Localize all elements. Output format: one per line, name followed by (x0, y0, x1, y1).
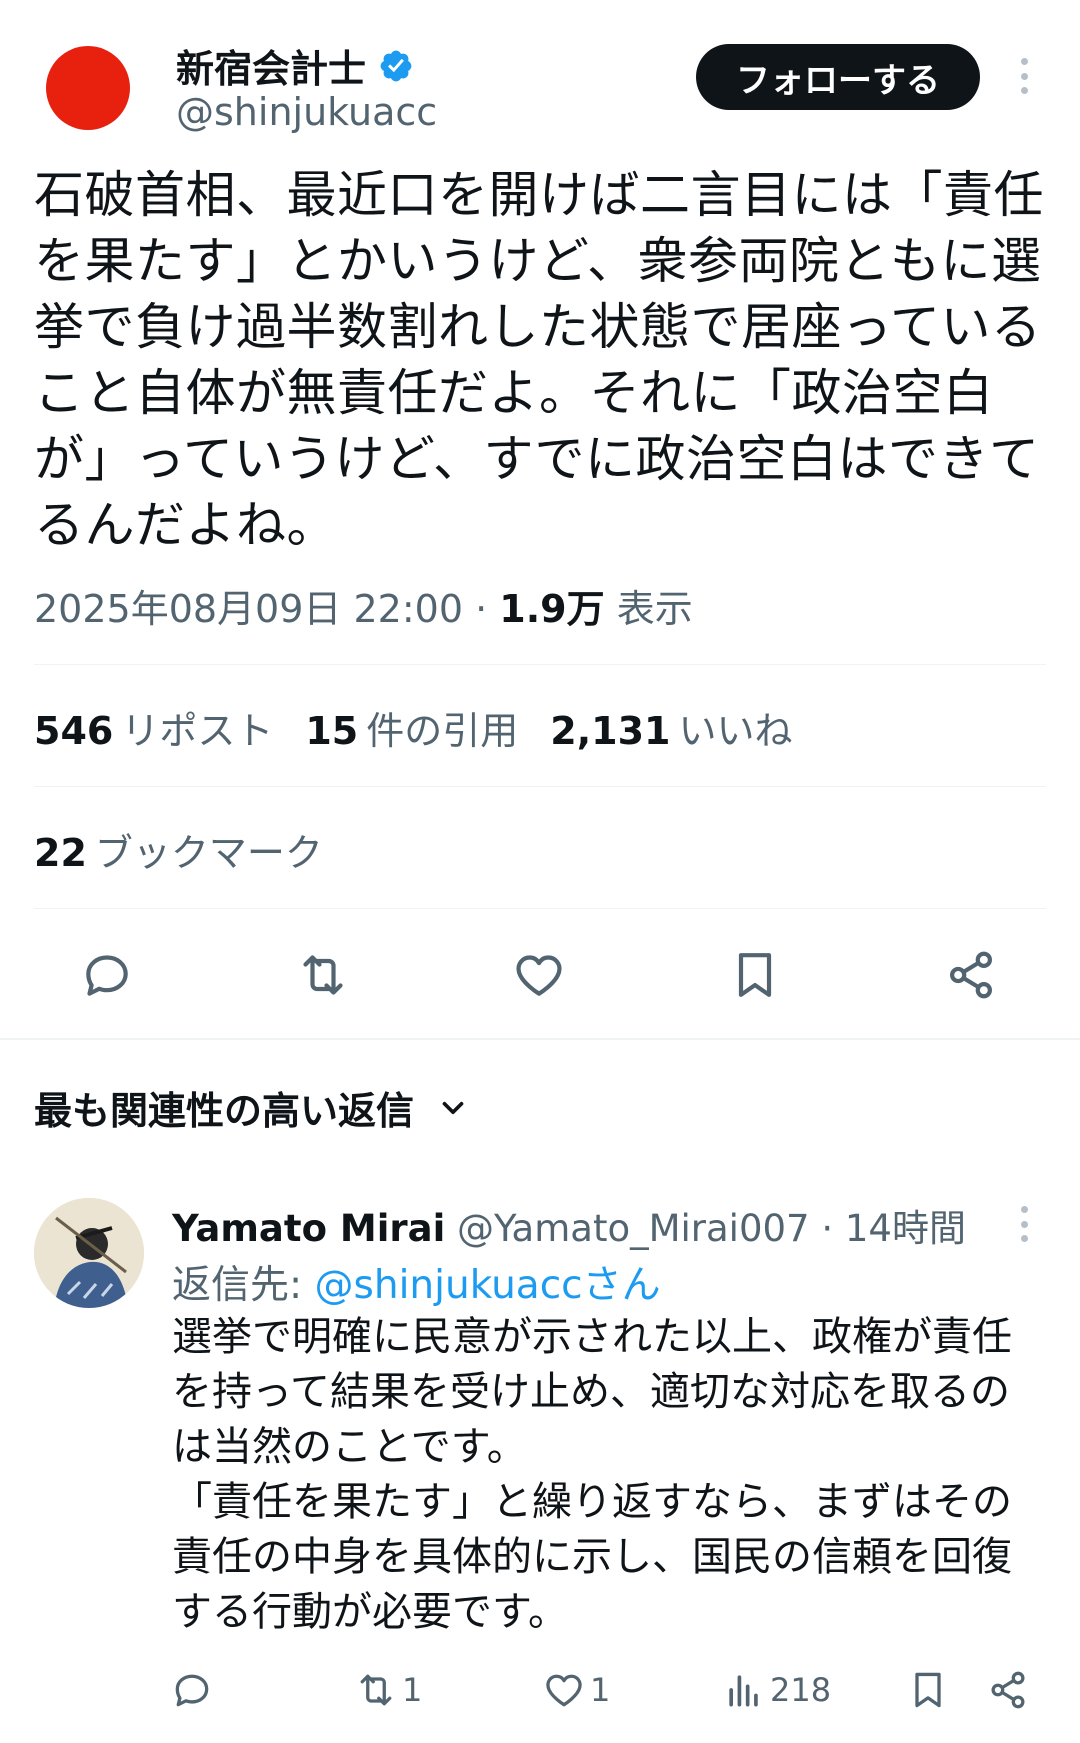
share-icon (991, 1671, 1025, 1709)
repost-icon[interactable] (288, 940, 358, 1010)
author-display-name[interactable]: 新宿会計士 (176, 38, 366, 93)
engagement-stats: 546 リポスト 15 件の引用 2,131 いいね (34, 700, 792, 755)
quotes-count: 15 (305, 709, 359, 753)
tweet-text: 石破首相、最近口を開けば二言目には「責任 を果たす」とかいうけど、衆参両院ともに… (34, 162, 1044, 558)
reply-avatar[interactable] (34, 1198, 144, 1308)
views-label: 表示 (616, 587, 693, 631)
reply-to-mention[interactable]: @shinjukuaccさん (315, 1263, 661, 1308)
bookmarks-count: 22 (34, 831, 87, 875)
reply-views-count: 218 (770, 1671, 832, 1709)
views-count: 1.9万 (499, 587, 605, 631)
reply-header: Yamato Mirai @Yamato_Mirai007 · 14時間 (172, 1198, 966, 1252)
likes-count: 2,131 (550, 709, 671, 753)
tweet-text-line: こと自体が無責任だよ。それに「政治空白 (34, 364, 994, 422)
verified-badge-icon (380, 50, 412, 81)
reply-text: 選挙で明確に民意が示された以上、政権が責任 を持って結果を受け止め、適切な対応を… (172, 1310, 1042, 1640)
tweet-text-line: るんだよね。 (34, 496, 337, 554)
reply-repost-count: 1 (402, 1671, 423, 1709)
reply-like-count: 1 (590, 1671, 611, 1709)
quotes-label: 件の引用 (366, 709, 519, 753)
reply-time[interactable]: 14時間 (845, 1207, 966, 1250)
reply-text-line: 責任の中身を具体的に示し、国民の信頼を回復 (172, 1534, 1012, 1580)
reply-icon[interactable] (72, 940, 142, 1010)
tweet-action-bar (0, 940, 1080, 1010)
repost-icon (360, 1674, 392, 1706)
divider (34, 908, 1046, 909)
like-icon[interactable] (504, 940, 574, 1010)
reply-like-button[interactable]: 1 (542, 1660, 610, 1720)
more-options-icon[interactable] (1010, 56, 1038, 96)
reply-text-line: 選挙で明確に民意が示された以上、政権が責任 (172, 1314, 1012, 1360)
author-name-row: 新宿会計士 (176, 38, 414, 93)
reply-more-options-icon[interactable] (1012, 1204, 1036, 1244)
bookmark-icon (915, 1672, 941, 1708)
reposts-label: リポスト (121, 709, 274, 753)
reply-repost-button[interactable]: 1 (354, 1660, 422, 1720)
author-handle[interactable]: @shinjukuacc (176, 90, 437, 134)
reposts-stat[interactable]: 546 リポスト (34, 700, 273, 755)
replies-sort-label: 最も関連性の高い返信 (34, 1089, 415, 1133)
reply-text-line: を持って結果を受け止め、適切な対応を取るの (172, 1369, 1010, 1415)
reply-text-line: は当然のことです。 (172, 1424, 527, 1470)
quotes-stat[interactable]: 15 件の引用 (305, 700, 518, 755)
reply-handle[interactable]: @Yamato_Mirai007 (457, 1207, 810, 1250)
reply-share-button[interactable] (986, 1660, 1030, 1720)
reply-to-prefix: 返信先: (172, 1263, 303, 1308)
divider (34, 664, 1046, 665)
reply-reply-button[interactable] (170, 1660, 214, 1720)
reply-text-line: 「責任を果たす」と繰り返すなら、まずはその (172, 1479, 1012, 1525)
reply-to: 返信先: @shinjukuaccさん (172, 1254, 661, 1310)
share-icon[interactable] (936, 940, 1006, 1010)
section-separator (0, 1038, 1080, 1040)
likes-label: いいね (678, 709, 793, 753)
likes-stat[interactable]: 2,131 いいね (550, 700, 792, 755)
reply-icon (175, 1674, 209, 1707)
reply-text-line: する行動が必要です。 (172, 1589, 568, 1635)
author-avatar[interactable] (46, 46, 130, 130)
reposts-count: 546 (34, 709, 114, 753)
tweet-meta: 2025年08月09日 22:00 · 1.9万 表示 (34, 578, 693, 633)
tweet-text-line: を果たす」とかいうけど、衆参両院ともに選 (34, 232, 1042, 290)
reply-bookmark-button[interactable] (906, 1660, 950, 1720)
replies-sort-dropdown[interactable]: 最も関連性の高い返信 (34, 1080, 470, 1135)
tweet-timestamp[interactable]: 2025年08月09日 22:00 (34, 587, 463, 631)
samurai-portrait-icon (34, 1198, 144, 1308)
tweet-header: 新宿会計士 @shinjukuacc フォローする (0, 0, 1080, 150)
tweet-text-line: 石破首相、最近口を開けば二言目には「責任 (34, 166, 1044, 224)
bookmarks-label: ブックマーク (94, 831, 323, 875)
tweet-text-line: が」っていうけど、すでに政治空白はできて (34, 430, 1040, 488)
analytics-icon (729, 1675, 758, 1707)
meta-separator: · (475, 587, 488, 631)
chevron-down-icon (442, 1101, 464, 1114)
bookmarks-stat[interactable]: 22 ブックマーク (34, 822, 323, 877)
follow-button[interactable]: フォローする (696, 44, 980, 110)
reply-action-bar: 1 1 218 (0, 1660, 1080, 1720)
reply-separator: · (821, 1207, 834, 1250)
reply-views-button[interactable]: 218 (722, 1660, 831, 1720)
divider (34, 786, 1046, 787)
like-icon (546, 1674, 582, 1707)
bookmark-icon[interactable] (720, 940, 790, 1010)
tweet-text-line: 挙で負け過半数割れした状態で居座っている (34, 298, 1042, 356)
reply-display-name[interactable]: Yamato Mirai (172, 1207, 445, 1250)
